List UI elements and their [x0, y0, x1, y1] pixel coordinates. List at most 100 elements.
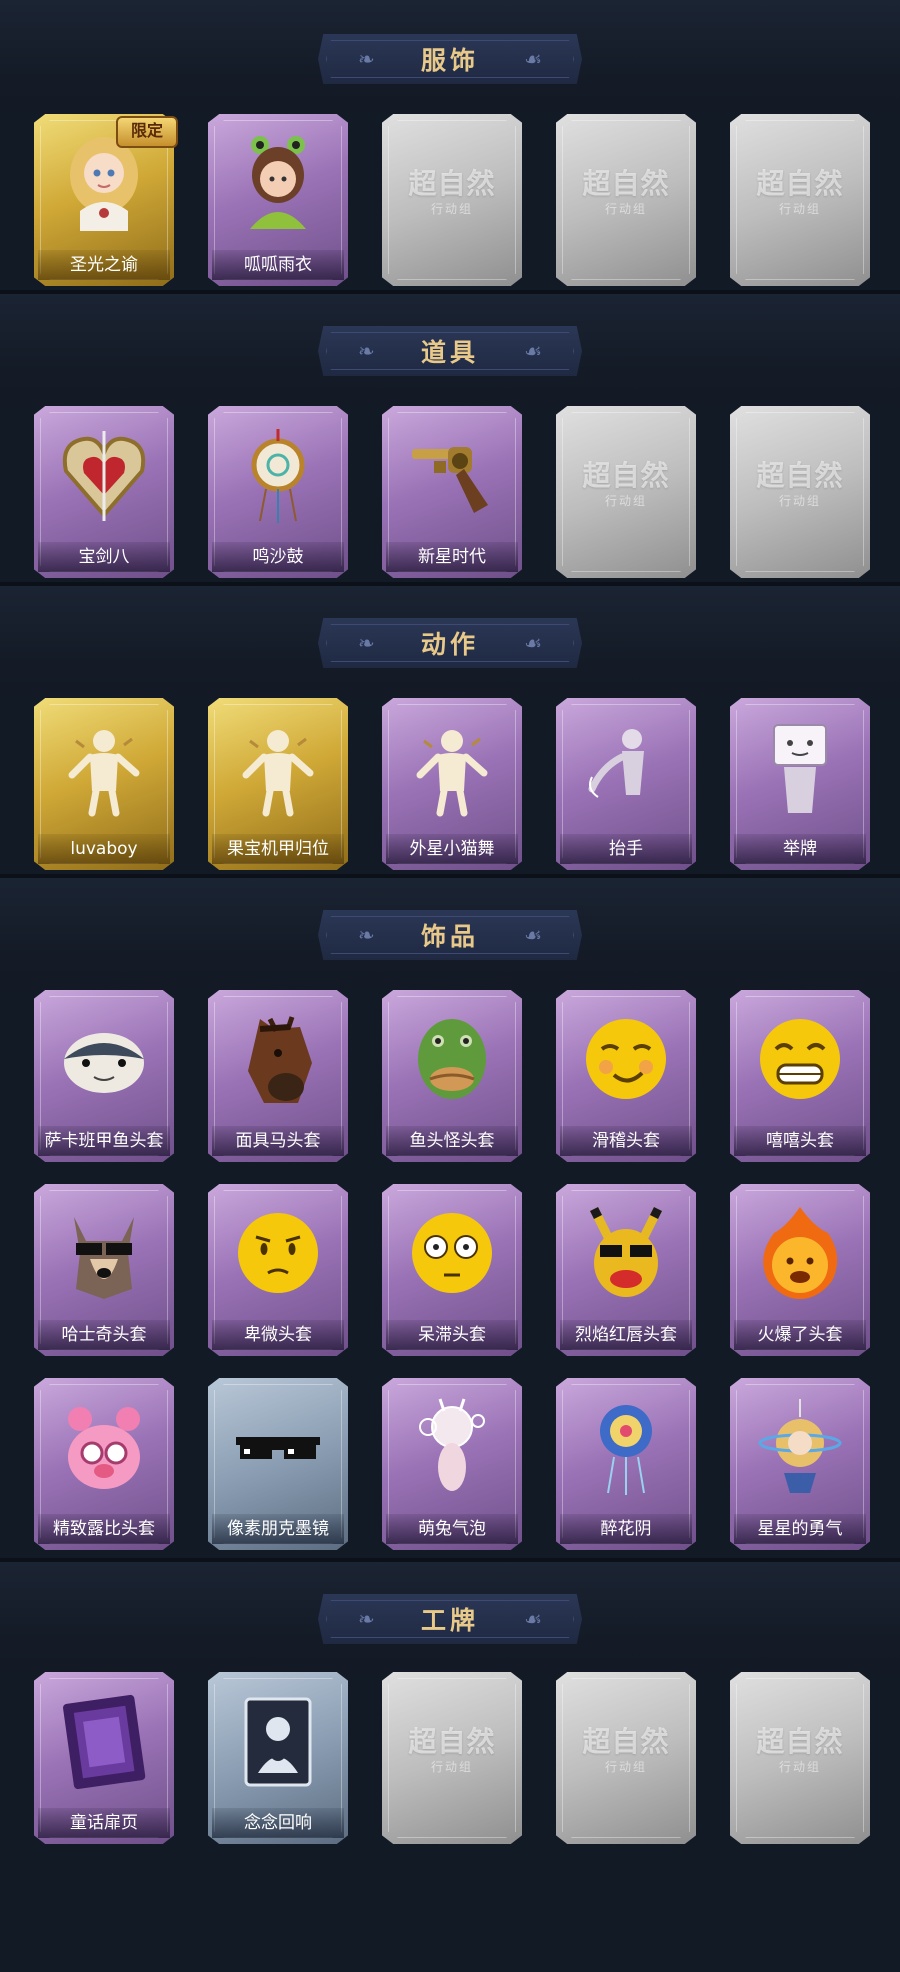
funny-emoji-icon	[576, 1006, 676, 1112]
pikachu-sunglasses-icon	[576, 1200, 676, 1306]
item-name: 嘻嘻头套	[734, 1126, 866, 1156]
sign-holder-icon	[750, 714, 850, 820]
item-card[interactable]: 精致露比头套	[34, 1378, 174, 1550]
item-name: 新星时代	[386, 542, 518, 572]
item-name: 烈焰红唇头套	[560, 1320, 692, 1350]
placeholder-subtitle: 行动组	[430, 1760, 473, 1774]
item-card[interactable]: 醉花阴	[556, 1378, 696, 1550]
locked-item-card[interactable]: 超自然 行动组	[556, 1672, 696, 1844]
item-name: 萨卡班甲鱼头套	[38, 1126, 170, 1156]
placeholder-logo: 超自然	[756, 459, 844, 492]
item-name: 呆滞头套	[386, 1320, 518, 1350]
portrait-card-icon	[228, 1688, 328, 1794]
section-title: 工牌	[420, 1606, 479, 1635]
sand-drum-icon	[228, 422, 328, 528]
placeholder-subtitle: 行动组	[604, 1760, 647, 1774]
horse-mask-icon	[228, 1006, 328, 1112]
locked-item-card[interactable]: 超自然 行动组	[382, 114, 522, 286]
flower-pendant-icon	[576, 1394, 676, 1500]
placeholder-subtitle: 行动组	[430, 202, 473, 216]
section-divider	[0, 1558, 900, 1562]
item-name: 萌兔气泡	[386, 1514, 518, 1544]
item-name: 宝剑八	[38, 542, 170, 572]
grin-emoji-icon	[750, 1006, 850, 1112]
section-divider	[0, 290, 900, 294]
section-title-banner: ❧ ☙ 饰品	[318, 910, 582, 960]
item-name: 像素朋克墨镜	[212, 1514, 344, 1544]
swirl-ornament-icon: ☙	[524, 1607, 542, 1631]
item-card[interactable]: 鱼头怪头套	[382, 990, 522, 1162]
section-title-banner: ❧ ☙ 道具	[318, 326, 582, 376]
item-name: 卑微头套	[212, 1320, 344, 1350]
swirl-ornament-icon: ☙	[524, 631, 542, 655]
item-name: 抬手	[560, 834, 692, 864]
pose-figure-icon	[54, 714, 154, 820]
stunned-emoji-icon	[402, 1200, 502, 1306]
locked-item-card[interactable]: 超自然 行动组	[730, 406, 870, 578]
placeholder-logo: 超自然	[582, 167, 670, 200]
item-card[interactable]: 嘻嘻头套	[730, 990, 870, 1162]
swirl-ornament-icon: ❧	[358, 47, 375, 71]
item-card[interactable]: 外星小猫舞	[382, 698, 522, 870]
section-divider	[0, 874, 900, 878]
section-title: 服饰	[420, 46, 479, 75]
item-card[interactable]: 圣光之谕 限定	[34, 114, 178, 286]
storybook-card-icon	[54, 1688, 154, 1794]
placeholder-subtitle: 行动组	[778, 1760, 821, 1774]
item-name: 童话扉页	[38, 1808, 170, 1838]
placeholder-logo: 超自然	[408, 167, 496, 200]
item-card[interactable]: 烈焰红唇头套	[556, 1184, 696, 1356]
pose-figure-icon	[402, 714, 502, 820]
item-card[interactable]: 举牌	[730, 698, 870, 870]
item-card[interactable]: 萌兔气泡	[382, 1378, 522, 1550]
item-card[interactable]: 卑微头套	[208, 1184, 348, 1356]
item-name: 哈士奇头套	[38, 1320, 170, 1350]
item-card[interactable]: 像素朋克墨镜	[208, 1378, 348, 1550]
locked-item-card[interactable]: 超自然 行动组	[730, 114, 870, 286]
item-card[interactable]: 火爆了头套	[730, 1184, 870, 1356]
fire-face-icon	[750, 1200, 850, 1306]
item-name: 滑稽头套	[560, 1126, 692, 1156]
heart-shield-icon	[54, 422, 154, 528]
locked-item-card[interactable]: 超自然 行动组	[382, 1672, 522, 1844]
item-card[interactable]: 鸣沙鼓	[208, 406, 348, 578]
humble-emoji-icon	[228, 1200, 328, 1306]
swirl-ornament-icon: ☙	[524, 47, 542, 71]
item-card[interactable]: 星星的勇气	[730, 1378, 870, 1550]
item-name: 醉花阴	[560, 1514, 692, 1544]
item-card[interactable]: 童话扉页	[34, 1672, 174, 1844]
item-card[interactable]: luvaboy	[34, 698, 174, 870]
item-card[interactable]: 萨卡班甲鱼头套	[34, 990, 174, 1162]
item-card[interactable]: 呆滞头套	[382, 1184, 522, 1356]
section-title: 道具	[420, 338, 479, 367]
item-name: 念念回响	[212, 1808, 344, 1838]
item-card[interactable]: 果宝机甲归位	[208, 698, 348, 870]
section-title-banner: ❧ ☙ 工牌	[318, 1594, 582, 1644]
item-card[interactable]: 念念回响	[208, 1672, 348, 1844]
item-card[interactable]: 抬手	[556, 698, 696, 870]
item-card[interactable]: 滑稽头套	[556, 990, 696, 1162]
item-card[interactable]: 面具马头套	[208, 990, 348, 1162]
pink-creature-icon	[54, 1394, 154, 1500]
swirl-ornament-icon: ❧	[358, 631, 375, 655]
section-title: 饰品	[420, 922, 479, 951]
item-card[interactable]: 新星时代	[382, 406, 522, 578]
pose-figure-icon	[228, 714, 328, 820]
locked-item-card[interactable]: 超自然 行动组	[556, 406, 696, 578]
item-card[interactable]: 哈士奇头套	[34, 1184, 174, 1356]
item-card[interactable]: 呱呱雨衣	[208, 114, 348, 286]
item-name: 举牌	[734, 834, 866, 864]
item-name: 果宝机甲归位	[212, 834, 344, 864]
placeholder-subtitle: 行动组	[778, 494, 821, 508]
swirl-ornament-icon: ☙	[524, 923, 542, 947]
placeholder-logo: 超自然	[582, 459, 670, 492]
raise-hand-icon	[576, 714, 676, 820]
locked-item-card[interactable]: 超自然 行动组	[556, 114, 696, 286]
item-name: 呱呱雨衣	[212, 250, 344, 280]
husky-sunglasses-icon	[54, 1200, 154, 1306]
section-title: 动作	[420, 630, 479, 659]
locked-item-card[interactable]: 超自然 行动组	[730, 1672, 870, 1844]
bunny-bubble-icon	[402, 1394, 502, 1500]
item-card[interactable]: 宝剑八	[34, 406, 174, 578]
item-name: 外星小猫舞	[386, 834, 518, 864]
